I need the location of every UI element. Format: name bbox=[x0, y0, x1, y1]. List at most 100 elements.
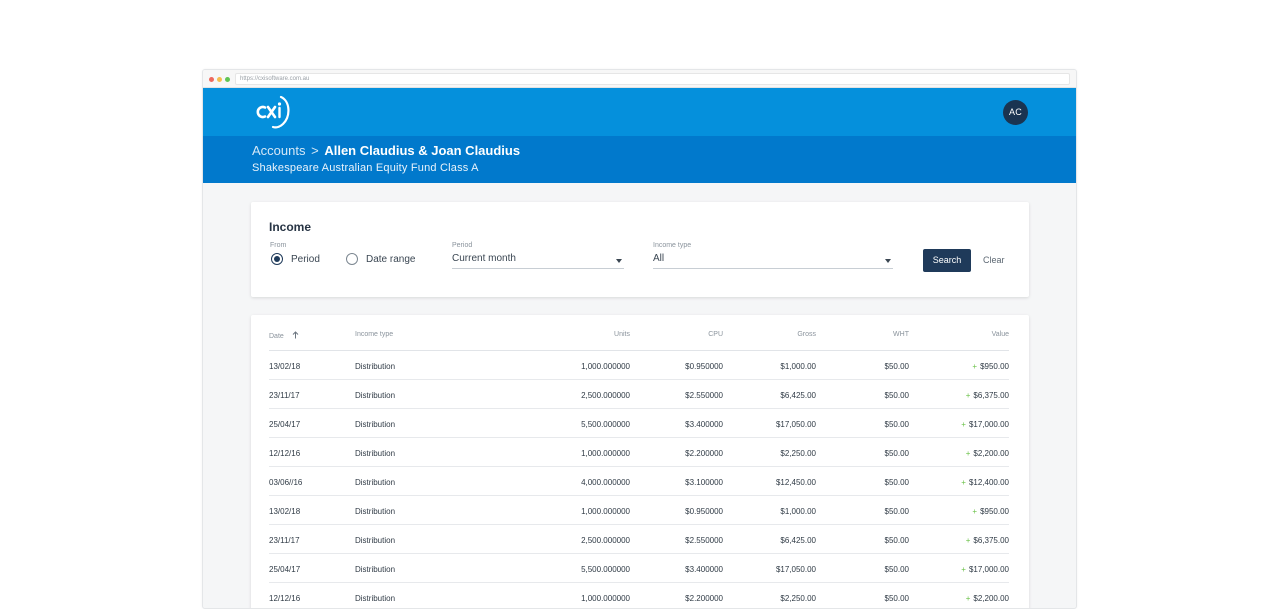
income-type-select[interactable]: All bbox=[653, 253, 893, 269]
breadcrumb: Accounts > Allen Claudius & Joan Claudiu… bbox=[252, 143, 520, 158]
cell-income-type: Distribution bbox=[355, 507, 396, 516]
cell-value: + $950.00 bbox=[972, 507, 1009, 516]
cell-gross: $2,250.00 bbox=[780, 449, 816, 458]
fund-name: Shakespeare Australian Equity Fund Class… bbox=[252, 162, 479, 174]
cell-wht: $50.00 bbox=[884, 362, 909, 371]
cell-units: 2,500.000000 bbox=[581, 536, 630, 545]
breadcrumb-accounts-link[interactable]: Accounts bbox=[252, 143, 305, 158]
positive-indicator: + bbox=[965, 449, 971, 458]
table-row[interactable]: 23/11/17 Distribution 2,500.000000 $2.55000… bbox=[269, 380, 1009, 409]
column-header-value[interactable]: Value bbox=[992, 331, 1009, 338]
table-row[interactable]: 03/06//16 Distribution 4,000.000000 $3.1000… bbox=[269, 467, 1009, 496]
search-button[interactable]: Search bbox=[923, 249, 971, 272]
chevron-down-icon bbox=[616, 259, 622, 263]
positive-indicator: + bbox=[965, 391, 971, 400]
positive-indicator: + bbox=[972, 362, 978, 371]
cell-gross: $17,050.00 bbox=[775, 420, 816, 429]
cell-cpu: $2.200000 bbox=[685, 594, 723, 603]
positive-indicator: + bbox=[961, 420, 966, 429]
filter-title: Income bbox=[269, 220, 312, 234]
radio-date-range-label: Date range bbox=[366, 253, 416, 265]
cell-gross: $17,050.00 bbox=[775, 565, 816, 574]
cell-wht: $50.00 bbox=[884, 449, 909, 458]
cell-units: 4,000.000000 bbox=[581, 478, 630, 487]
cxi-logo-icon[interactable] bbox=[249, 94, 293, 130]
cell-value: + $17,000.00 bbox=[961, 565, 1009, 574]
period-select-value: Current month bbox=[452, 253, 516, 264]
close-window-icon[interactable] bbox=[209, 77, 214, 82]
radio-date-range[interactable]: Date range bbox=[346, 253, 415, 265]
cell-gross: $2,250.00 bbox=[780, 594, 816, 603]
user-avatar[interactable]: AC bbox=[1003, 100, 1028, 125]
cell-value-amount: $17,000.00 bbox=[968, 420, 1009, 429]
column-header-units[interactable]: Units bbox=[614, 331, 630, 338]
radio-period[interactable]: Period bbox=[271, 253, 320, 265]
url-bar[interactable]: https://cxisoftware.com.au bbox=[235, 73, 1070, 85]
cell-cpu: $3.400000 bbox=[685, 565, 723, 574]
income-type-select-label: Income type bbox=[653, 242, 692, 249]
income-table: Date Income type Units CPU Gross WHT Val… bbox=[251, 315, 1029, 608]
column-header-date[interactable]: Date bbox=[269, 331, 299, 340]
cell-cpu: $3.400000 bbox=[685, 420, 723, 429]
column-header-wht[interactable]: WHT bbox=[893, 331, 909, 338]
from-label: From bbox=[270, 242, 287, 249]
cell-cpu: $0.950000 bbox=[685, 507, 723, 516]
cell-income-type: Distribution bbox=[355, 420, 396, 429]
cell-units: 1,000.000000 bbox=[581, 449, 630, 458]
breadcrumb-separator: > bbox=[311, 143, 319, 158]
cell-wht: $50.00 bbox=[884, 594, 909, 603]
cell-date: 25/04/17 bbox=[269, 565, 301, 574]
table-row[interactable]: 12/12/16 Distribution 1,000.000000 $2.20000… bbox=[269, 583, 1009, 608]
positive-indicator: + bbox=[961, 565, 966, 574]
cell-units: 1,000.000000 bbox=[581, 594, 630, 603]
browser-chrome: https://cxisoftware.com.au bbox=[203, 70, 1076, 88]
cell-value-amount: $6,375.00 bbox=[973, 536, 1009, 545]
cell-value-amount: $950.00 bbox=[980, 362, 1009, 371]
cell-cpu: $3.100000 bbox=[685, 478, 723, 487]
sort-ascending-icon[interactable] bbox=[292, 331, 299, 339]
cell-wht: $50.00 bbox=[884, 507, 909, 516]
radio-checked-icon[interactable] bbox=[271, 253, 283, 265]
column-header-income-type[interactable]: Income type bbox=[355, 331, 393, 338]
maximize-window-icon[interactable] bbox=[225, 77, 230, 82]
cell-value: + $6,375.00 bbox=[966, 536, 1009, 545]
clear-button[interactable]: Clear bbox=[983, 249, 1005, 272]
cell-value-amount: $17,000.00 bbox=[968, 565, 1009, 574]
cell-value-amount: $6,375.00 bbox=[973, 391, 1009, 400]
cell-gross: $6,425.00 bbox=[780, 536, 816, 545]
table-row[interactable]: 25/04/17 Distribution 5,500.000000 $3.40000… bbox=[269, 554, 1009, 583]
minimize-window-icon[interactable] bbox=[217, 77, 222, 82]
cell-date: 12/12/16 bbox=[269, 449, 301, 458]
cell-gross: $1,000.00 bbox=[780, 362, 816, 371]
cell-income-type: Distribution bbox=[355, 391, 396, 400]
table-row[interactable]: 25/04/17 Distribution 5,500.000000 $3.40000… bbox=[269, 409, 1009, 438]
radio-period-label: Period bbox=[291, 253, 320, 265]
cell-wht: $50.00 bbox=[884, 420, 909, 429]
cell-income-type: Distribution bbox=[355, 565, 396, 574]
cell-wht: $50.00 bbox=[884, 391, 909, 400]
cell-value: + $2,200.00 bbox=[966, 594, 1009, 603]
positive-indicator: + bbox=[961, 478, 966, 487]
cell-wht: $50.00 bbox=[884, 565, 909, 574]
cell-units: 5,500.000000 bbox=[581, 420, 630, 429]
browser-window: https://cxisoftware.com.au AC Accounts >… bbox=[202, 69, 1077, 609]
column-header-cpu[interactable]: CPU bbox=[708, 331, 723, 338]
column-header-gross[interactable]: Gross bbox=[797, 331, 816, 338]
table-row[interactable]: 23/11/17 Distribution 2,500.000000 $2.55000… bbox=[269, 525, 1009, 554]
period-select[interactable]: Current month bbox=[452, 253, 624, 269]
cell-value: + $6,375.00 bbox=[966, 391, 1009, 400]
cell-value-amount: $2,200.00 bbox=[973, 594, 1009, 603]
cell-value: + $12,400.00 bbox=[961, 478, 1009, 487]
cell-value-amount: $950.00 bbox=[980, 507, 1009, 516]
cell-gross: $1,000.00 bbox=[780, 507, 816, 516]
radio-unchecked-icon[interactable] bbox=[346, 253, 358, 265]
cell-value: + $17,000.00 bbox=[961, 420, 1009, 429]
table-row[interactable]: 13/02/18 Distribution 1,000.000000 $0.95000… bbox=[269, 496, 1009, 525]
positive-indicator: + bbox=[972, 507, 978, 516]
cell-date: 23/11/17 bbox=[269, 391, 300, 400]
cell-wht: $50.00 bbox=[884, 478, 909, 487]
table-row[interactable]: 12/12/16 Distribution 1,000.000000 $2.20000… bbox=[269, 438, 1009, 467]
cell-date: 23/11/17 bbox=[269, 536, 300, 545]
cell-value: + $950.00 bbox=[972, 362, 1009, 371]
table-row[interactable]: 13/02/18 Distribution 1,000.000000 $0.95000… bbox=[269, 351, 1009, 380]
